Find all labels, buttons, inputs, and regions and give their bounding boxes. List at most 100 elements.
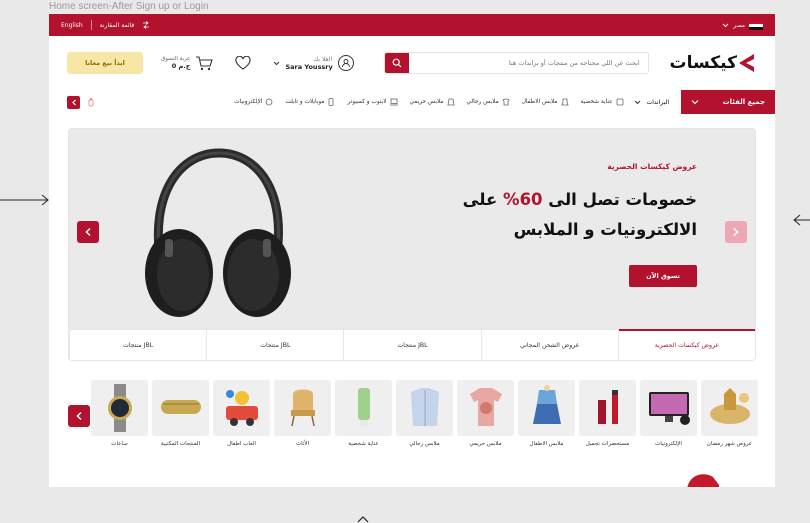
nav-item-label: عناية شخصية [580, 99, 613, 105]
category-label: عناية شخصية [348, 441, 379, 447]
watch-icon [107, 384, 132, 432]
category-item-10[interactable]: ساعات [91, 380, 148, 447]
category-list: عروض شهر رمضان الإلكترونيات مستحضرات تجميل… [90, 380, 758, 447]
canvas-arrow-up-icon [357, 516, 369, 523]
divider [90, 20, 92, 30]
offer-tabs: عروض كيكسات الحصرية عروض الشحن المجاني منت… [69, 329, 755, 360]
toys-icon [225, 390, 258, 426]
hero-headline: خصومات تصل الى 60% على الالكترونيات و ال… [437, 185, 697, 245]
search-input[interactable] [408, 53, 648, 73]
nav-item-label: ملابس حريمي [409, 99, 444, 105]
headline-part1: خصومات تصل الى [548, 190, 697, 209]
electronics-icon [265, 98, 273, 106]
category-thumbnail [274, 380, 331, 436]
search-bar [383, 52, 649, 74]
pencil-case-icon [160, 400, 201, 414]
category-label: عروض شهر رمضان [706, 441, 753, 447]
category-label: ملابس الاطفال [529, 441, 564, 447]
tv-icon [648, 392, 690, 425]
logo[interactable]: كيكسات [670, 53, 755, 73]
category-item-3[interactable]: ملابس الاطفال [518, 380, 575, 447]
category-item-8[interactable]: العاب اطفال [213, 380, 270, 447]
category-label: الأثاث [295, 441, 310, 447]
kids-outfit-icon [532, 385, 561, 424]
category-label: ملابس حريمي [469, 441, 502, 447]
category-label: الإلكترونيات [655, 441, 682, 447]
hero-banner: عروض كيكسات الحصرية خصومات تصل الى 60% ع… [68, 128, 756, 361]
offer-tab-2[interactable]: منتجات JBL [343, 330, 480, 360]
headline-pct: 60% [503, 190, 543, 209]
offer-tab-3[interactable]: منتجات JBL [206, 330, 343, 360]
shirt-icon [410, 388, 439, 426]
category-thumbnail [579, 380, 636, 436]
chevron-down-icon [274, 61, 280, 65]
headphones-image [145, 148, 291, 317]
offer-tab-4[interactable]: منتجات JBL [69, 330, 206, 360]
category-thumbnail [396, 380, 453, 436]
compare-list-link[interactable]: قائمة المقارنة [100, 22, 135, 29]
nav-item-5[interactable]: ملابس الاطفال [522, 98, 569, 106]
nav-item-label: موبايلات و تابلت [285, 99, 325, 105]
compare-icon [143, 21, 150, 29]
nav-item-label: ملابس رجالي [466, 99, 499, 105]
user-menu[interactable]: اهلا بك! Sara Youssry [273, 55, 354, 71]
offer-tab-0[interactable]: عروض كيكسات الحصرية [617, 329, 755, 360]
hero-prev-button[interactable] [77, 221, 99, 243]
search-button[interactable] [384, 53, 409, 73]
nav-item-0[interactable]: الإلكترونيات [234, 98, 273, 106]
category-thumbnail [457, 380, 514, 436]
women-clothes-icon [447, 98, 454, 106]
category-label: مستحضرات تجميل [585, 441, 630, 447]
nav-item-6[interactable]: عناية شخصية [581, 98, 624, 106]
cap-icon [687, 474, 719, 487]
nav-item-1[interactable]: موبايلات و تابلت [285, 98, 335, 106]
ramadan-lantern-icon [709, 388, 750, 424]
cart-button[interactable]: عربة التسوق 0 ج.م [161, 55, 214, 71]
nav-items: الإلكترونيات موبايلات و تابلت لابتوب و كمب… [94, 98, 634, 106]
category-item-5[interactable]: ملابس رجالي [396, 380, 453, 447]
category-item-4[interactable]: ملابس حريمي [457, 380, 514, 447]
cart-icon [196, 55, 214, 70]
nav-scroll-left-button[interactable] [67, 95, 80, 109]
egypt-flag-icon [749, 20, 763, 30]
nav-item-4[interactable]: ملابس رجالي [467, 98, 510, 106]
categories-prev-button[interactable] [68, 405, 90, 427]
language-switch[interactable]: English [61, 22, 83, 29]
brands-dropdown[interactable]: البراندات [634, 99, 669, 106]
category-item-7[interactable]: الأثاث [274, 380, 331, 447]
category-item-6[interactable]: عناية شخصية [335, 380, 392, 447]
headline-line2: الالكترونيات و الملابس [513, 220, 697, 239]
lipstick-icon [597, 390, 618, 424]
nav-item-3[interactable]: ملابس حريمي [410, 98, 455, 106]
nav-item-label: ملابس الاطفال [521, 99, 558, 105]
all-categories-button[interactable]: جميع الفئات [681, 90, 775, 114]
country-selector[interactable]: مصر [722, 20, 763, 30]
hero-next-button[interactable] [725, 221, 747, 243]
app-frame: English قائمة المقارنة مصر ابدأ بيع معان… [49, 14, 775, 487]
nav-item-2[interactable]: لابتوب و كمبيوتر [347, 98, 398, 106]
headline-part2: على [462, 190, 498, 209]
category-item-0[interactable]: عروض شهر رمضان [701, 380, 758, 447]
category-thumbnail [91, 380, 148, 436]
kids-clothes-icon [560, 98, 569, 106]
offer-tab-1[interactable]: عروض الشحن المجاني [480, 330, 618, 360]
greeting-text: اهلا بك! [313, 55, 333, 63]
category-label: ملابس رجالي [409, 441, 440, 447]
start-selling-button[interactable]: ابدأ بيع معانا [67, 52, 143, 74]
shop-now-button[interactable]: تسوق الآن [629, 265, 697, 287]
category-item-2[interactable]: مستحضرات تجميل [579, 380, 636, 447]
hero-kicker: عروض كيكسات الحصرية [607, 162, 697, 171]
chevron-down-icon [722, 23, 729, 27]
category-carousel: عروض شهر رمضان الإلكترونيات مستحضرات تجميل… [68, 380, 758, 452]
category-item-1[interactable]: الإلكترونيات [640, 380, 697, 447]
men-clothes-icon [502, 98, 510, 106]
chevron-left-icon [71, 99, 76, 105]
hero-text: عروض كيكسات الحصرية خصومات تصل الى 60% ع… [437, 162, 697, 245]
chair-icon [290, 389, 315, 427]
user-name: Sara Youssry [285, 62, 333, 71]
main-header: ابدأ بيع معانا عربة التسوق 0 ج.م اهلا بك… [49, 36, 775, 90]
category-item-9[interactable]: المنتجات المكتبية [152, 380, 209, 447]
category-thumbnail [335, 380, 392, 436]
wishlist-heart-icon[interactable] [235, 56, 252, 70]
logo-text: كيكسات [669, 53, 738, 73]
